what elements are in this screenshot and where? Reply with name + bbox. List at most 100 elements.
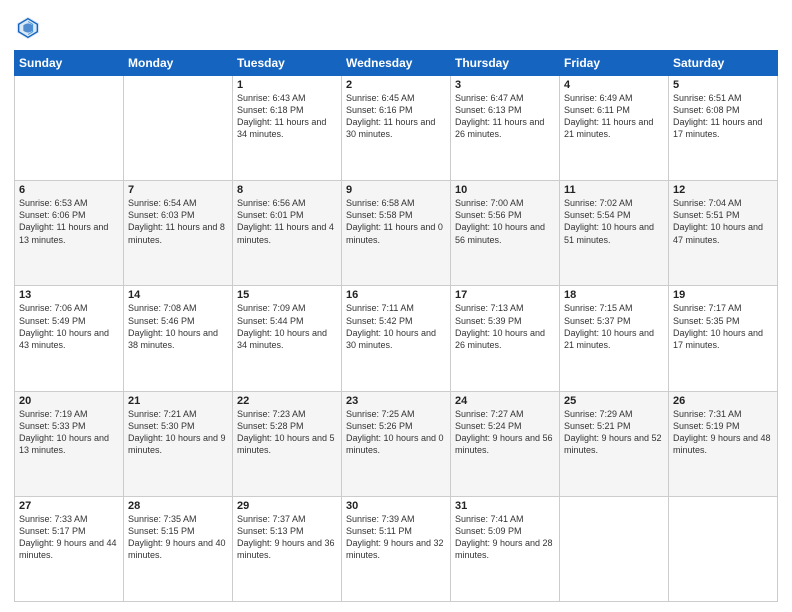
day-number: 31: [455, 500, 555, 512]
calendar-table: SundayMondayTuesdayWednesdayThursdayFrid…: [14, 50, 778, 602]
day-info: Sunrise: 7:02 AM Sunset: 5:54 PM Dayligh…: [564, 197, 664, 246]
logo: [14, 14, 46, 42]
day-cell: 8Sunrise: 6:56 AM Sunset: 6:01 PM Daylig…: [233, 181, 342, 286]
day-number: 14: [128, 289, 228, 301]
day-info: Sunrise: 6:43 AM Sunset: 6:18 PM Dayligh…: [237, 92, 337, 141]
day-info: Sunrise: 6:49 AM Sunset: 6:11 PM Dayligh…: [564, 92, 664, 141]
day-cell: [669, 496, 778, 601]
day-number: 22: [237, 395, 337, 407]
day-info: Sunrise: 7:13 AM Sunset: 5:39 PM Dayligh…: [455, 302, 555, 351]
day-number: 27: [19, 500, 119, 512]
day-number: 19: [673, 289, 773, 301]
day-number: 20: [19, 395, 119, 407]
day-info: Sunrise: 7:11 AM Sunset: 5:42 PM Dayligh…: [346, 302, 446, 351]
day-number: 24: [455, 395, 555, 407]
day-info: Sunrise: 7:06 AM Sunset: 5:49 PM Dayligh…: [19, 302, 119, 351]
day-info: Sunrise: 6:45 AM Sunset: 6:16 PM Dayligh…: [346, 92, 446, 141]
day-cell: 16Sunrise: 7:11 AM Sunset: 5:42 PM Dayli…: [342, 286, 451, 391]
day-cell: 9Sunrise: 6:58 AM Sunset: 5:58 PM Daylig…: [342, 181, 451, 286]
day-info: Sunrise: 7:33 AM Sunset: 5:17 PM Dayligh…: [19, 513, 119, 562]
day-cell: 31Sunrise: 7:41 AM Sunset: 5:09 PM Dayli…: [451, 496, 560, 601]
day-info: Sunrise: 7:00 AM Sunset: 5:56 PM Dayligh…: [455, 197, 555, 246]
day-info: Sunrise: 6:56 AM Sunset: 6:01 PM Dayligh…: [237, 197, 337, 246]
day-cell: [15, 76, 124, 181]
day-info: Sunrise: 6:47 AM Sunset: 6:13 PM Dayligh…: [455, 92, 555, 141]
day-cell: [560, 496, 669, 601]
day-cell: 6Sunrise: 6:53 AM Sunset: 6:06 PM Daylig…: [15, 181, 124, 286]
col-header-thursday: Thursday: [451, 51, 560, 76]
day-info: Sunrise: 7:39 AM Sunset: 5:11 PM Dayligh…: [346, 513, 446, 562]
col-header-wednesday: Wednesday: [342, 51, 451, 76]
day-cell: 7Sunrise: 6:54 AM Sunset: 6:03 PM Daylig…: [124, 181, 233, 286]
day-cell: 19Sunrise: 7:17 AM Sunset: 5:35 PM Dayli…: [669, 286, 778, 391]
day-info: Sunrise: 7:27 AM Sunset: 5:24 PM Dayligh…: [455, 408, 555, 457]
col-header-sunday: Sunday: [15, 51, 124, 76]
week-row-1: 1Sunrise: 6:43 AM Sunset: 6:18 PM Daylig…: [15, 76, 778, 181]
day-number: 9: [346, 184, 446, 196]
day-cell: 13Sunrise: 7:06 AM Sunset: 5:49 PM Dayli…: [15, 286, 124, 391]
day-info: Sunrise: 7:09 AM Sunset: 5:44 PM Dayligh…: [237, 302, 337, 351]
day-number: 4: [564, 79, 664, 91]
day-info: Sunrise: 6:53 AM Sunset: 6:06 PM Dayligh…: [19, 197, 119, 246]
day-number: 13: [19, 289, 119, 301]
week-row-3: 13Sunrise: 7:06 AM Sunset: 5:49 PM Dayli…: [15, 286, 778, 391]
day-info: Sunrise: 7:15 AM Sunset: 5:37 PM Dayligh…: [564, 302, 664, 351]
day-info: Sunrise: 7:31 AM Sunset: 5:19 PM Dayligh…: [673, 408, 773, 457]
day-number: 15: [237, 289, 337, 301]
week-row-5: 27Sunrise: 7:33 AM Sunset: 5:17 PM Dayli…: [15, 496, 778, 601]
day-cell: 21Sunrise: 7:21 AM Sunset: 5:30 PM Dayli…: [124, 391, 233, 496]
day-cell: 30Sunrise: 7:39 AM Sunset: 5:11 PM Dayli…: [342, 496, 451, 601]
week-row-2: 6Sunrise: 6:53 AM Sunset: 6:06 PM Daylig…: [15, 181, 778, 286]
day-cell: 2Sunrise: 6:45 AM Sunset: 6:16 PM Daylig…: [342, 76, 451, 181]
day-info: Sunrise: 6:58 AM Sunset: 5:58 PM Dayligh…: [346, 197, 446, 246]
day-info: Sunrise: 6:51 AM Sunset: 6:08 PM Dayligh…: [673, 92, 773, 141]
day-number: 10: [455, 184, 555, 196]
day-number: 1: [237, 79, 337, 91]
day-info: Sunrise: 7:21 AM Sunset: 5:30 PM Dayligh…: [128, 408, 228, 457]
day-number: 18: [564, 289, 664, 301]
col-header-saturday: Saturday: [669, 51, 778, 76]
day-number: 12: [673, 184, 773, 196]
day-number: 8: [237, 184, 337, 196]
day-info: Sunrise: 7:37 AM Sunset: 5:13 PM Dayligh…: [237, 513, 337, 562]
day-number: 30: [346, 500, 446, 512]
day-cell: 1Sunrise: 6:43 AM Sunset: 6:18 PM Daylig…: [233, 76, 342, 181]
day-cell: 10Sunrise: 7:00 AM Sunset: 5:56 PM Dayli…: [451, 181, 560, 286]
day-info: Sunrise: 7:41 AM Sunset: 5:09 PM Dayligh…: [455, 513, 555, 562]
day-info: Sunrise: 6:54 AM Sunset: 6:03 PM Dayligh…: [128, 197, 228, 246]
day-number: 11: [564, 184, 664, 196]
week-row-4: 20Sunrise: 7:19 AM Sunset: 5:33 PM Dayli…: [15, 391, 778, 496]
col-header-tuesday: Tuesday: [233, 51, 342, 76]
col-header-friday: Friday: [560, 51, 669, 76]
day-cell: 20Sunrise: 7:19 AM Sunset: 5:33 PM Dayli…: [15, 391, 124, 496]
day-cell: 4Sunrise: 6:49 AM Sunset: 6:11 PM Daylig…: [560, 76, 669, 181]
day-info: Sunrise: 7:23 AM Sunset: 5:28 PM Dayligh…: [237, 408, 337, 457]
main-container: SundayMondayTuesdayWednesdayThursdayFrid…: [0, 0, 792, 612]
day-info: Sunrise: 7:29 AM Sunset: 5:21 PM Dayligh…: [564, 408, 664, 457]
day-cell: 14Sunrise: 7:08 AM Sunset: 5:46 PM Dayli…: [124, 286, 233, 391]
col-header-monday: Monday: [124, 51, 233, 76]
day-info: Sunrise: 7:19 AM Sunset: 5:33 PM Dayligh…: [19, 408, 119, 457]
day-number: 23: [346, 395, 446, 407]
day-cell: 17Sunrise: 7:13 AM Sunset: 5:39 PM Dayli…: [451, 286, 560, 391]
header-row: SundayMondayTuesdayWednesdayThursdayFrid…: [15, 51, 778, 76]
day-cell: 22Sunrise: 7:23 AM Sunset: 5:28 PM Dayli…: [233, 391, 342, 496]
day-info: Sunrise: 7:04 AM Sunset: 5:51 PM Dayligh…: [673, 197, 773, 246]
logo-icon: [14, 14, 42, 42]
day-number: 2: [346, 79, 446, 91]
day-number: 5: [673, 79, 773, 91]
header: [14, 10, 778, 42]
day-number: 3: [455, 79, 555, 91]
day-info: Sunrise: 7:17 AM Sunset: 5:35 PM Dayligh…: [673, 302, 773, 351]
day-cell: 23Sunrise: 7:25 AM Sunset: 5:26 PM Dayli…: [342, 391, 451, 496]
day-number: 7: [128, 184, 228, 196]
day-cell: 11Sunrise: 7:02 AM Sunset: 5:54 PM Dayli…: [560, 181, 669, 286]
day-cell: 15Sunrise: 7:09 AM Sunset: 5:44 PM Dayli…: [233, 286, 342, 391]
day-info: Sunrise: 7:25 AM Sunset: 5:26 PM Dayligh…: [346, 408, 446, 457]
day-info: Sunrise: 7:08 AM Sunset: 5:46 PM Dayligh…: [128, 302, 228, 351]
day-cell: 26Sunrise: 7:31 AM Sunset: 5:19 PM Dayli…: [669, 391, 778, 496]
day-number: 17: [455, 289, 555, 301]
day-cell: [124, 76, 233, 181]
day-cell: 5Sunrise: 6:51 AM Sunset: 6:08 PM Daylig…: [669, 76, 778, 181]
day-cell: 18Sunrise: 7:15 AM Sunset: 5:37 PM Dayli…: [560, 286, 669, 391]
